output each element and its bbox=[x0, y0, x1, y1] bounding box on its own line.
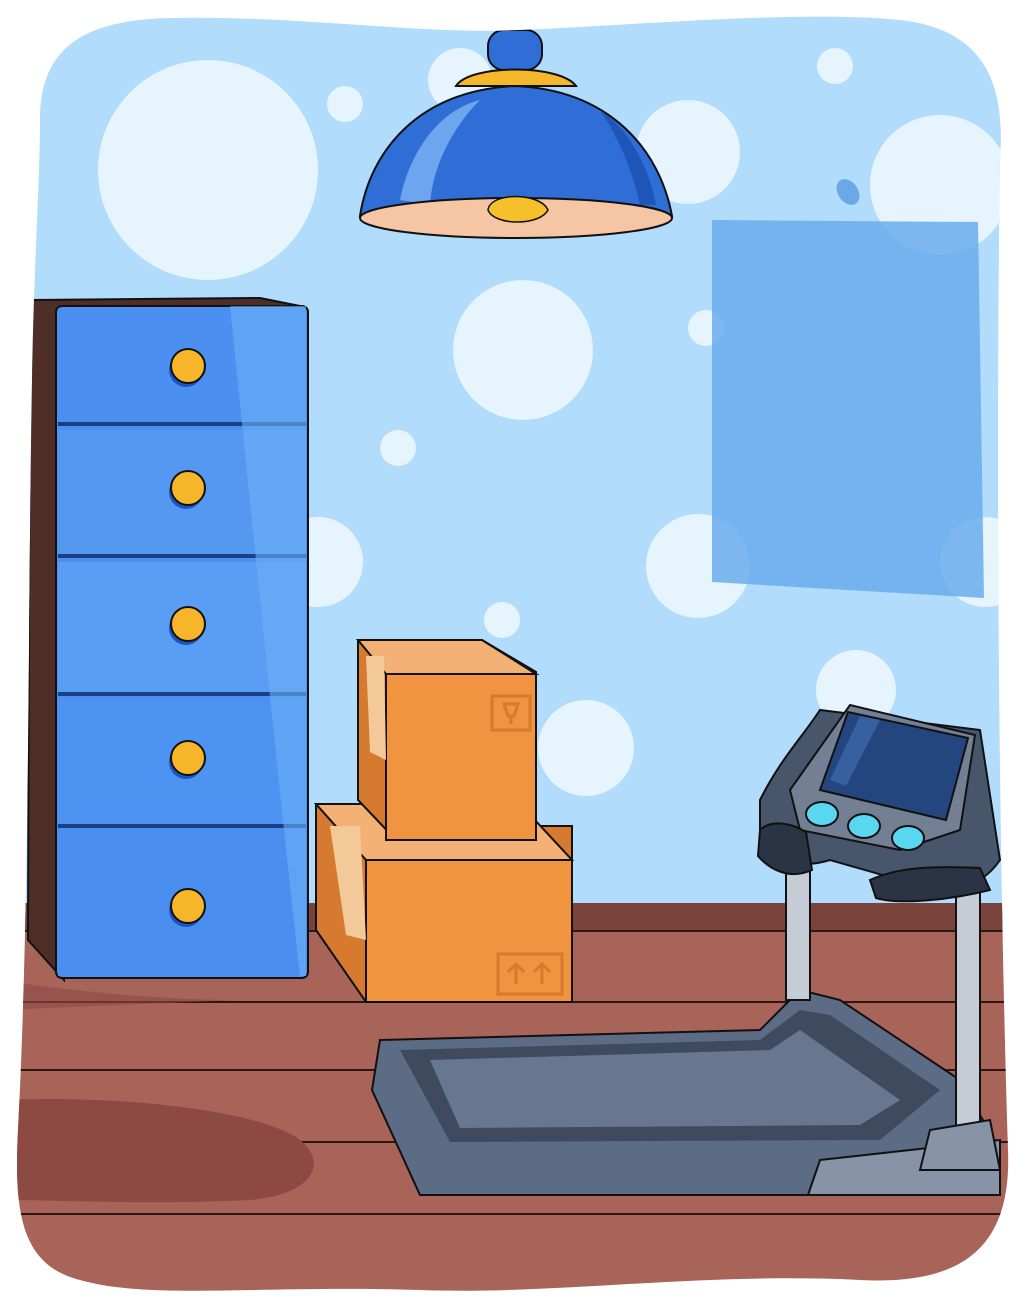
treadmill-button[interactable] bbox=[891, 825, 925, 851]
treadmill-button[interactable] bbox=[847, 813, 881, 839]
wall-poster bbox=[712, 220, 984, 598]
chest-of-drawers bbox=[26, 296, 309, 983]
room-scene bbox=[17, 16, 1009, 1291]
cardboard-box-top[interactable] bbox=[355, 639, 540, 841]
treadmill-button[interactable] bbox=[805, 801, 839, 827]
